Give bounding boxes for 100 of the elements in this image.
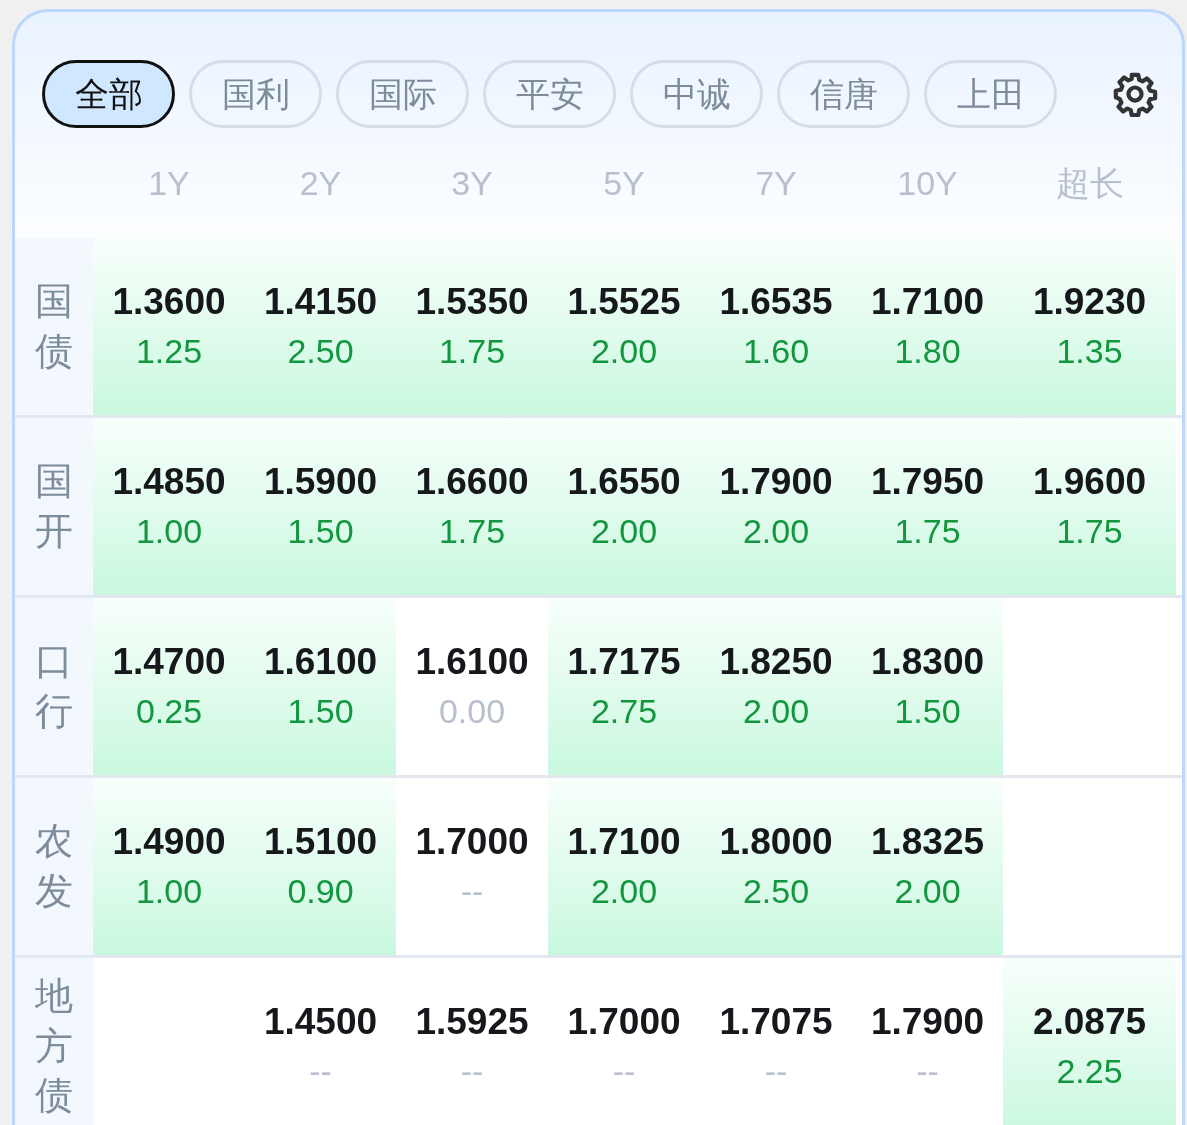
rate-value: 1.7000: [567, 999, 681, 1044]
row-label: 国开: [35, 459, 73, 554]
rate-value: 1.4850: [112, 459, 226, 504]
rate-value: 1.7175: [567, 639, 681, 684]
rate-value: 1.7000: [415, 819, 529, 864]
filter-chip[interactable]: 全部: [42, 60, 175, 128]
quote-cell[interactable]: 1.5100 0.90: [245, 778, 396, 955]
rate-value: 1.5100: [263, 819, 378, 864]
rate-value: 1.7900: [870, 999, 985, 1044]
change-value: 2.75: [590, 690, 658, 732]
rate-value: 1.6100: [263, 639, 378, 684]
quote-cell[interactable]: 1.8000 2.50: [700, 778, 852, 955]
row-label: 国债: [35, 279, 73, 374]
row-label: 农发: [35, 819, 73, 914]
quote-cell[interactable]: 1.6100 1.50: [245, 598, 396, 775]
change-value: 1.50: [894, 690, 961, 732]
change-value: 2.00: [742, 690, 810, 732]
quote-cell[interactable]: 1.5350 1.75: [396, 238, 548, 415]
rate-value: 1.6535: [719, 279, 833, 324]
change-value: 1.50: [287, 510, 354, 552]
change-value: --: [309, 1050, 332, 1092]
rate-value: 1.7075: [719, 999, 833, 1044]
quote-cell[interactable]: 1.7100 1.80: [852, 238, 1003, 415]
row-label: 地方债: [35, 974, 73, 1119]
rate-value: 1.4500: [263, 999, 378, 1044]
row-label: 口行: [35, 639, 73, 734]
change-value: 1.80: [894, 330, 961, 372]
settings-icon[interactable]: [1112, 71, 1158, 117]
change-value: 1.75: [438, 510, 506, 552]
rate-value: 2.0875: [1032, 999, 1147, 1044]
change-value: 1.35: [1056, 330, 1123, 372]
rate-value: 1.3600: [112, 279, 226, 324]
quote-cell[interactable]: 1.5525 2.00: [548, 238, 700, 415]
change-value: 2.50: [742, 870, 810, 912]
change-value: --: [460, 1050, 484, 1092]
quote-cell[interactable]: 1.6550 2.00: [548, 418, 700, 595]
quote-cell[interactable]: 1.6600 1.75: [396, 418, 548, 595]
quote-cell[interactable]: 1.5900 1.50: [245, 418, 396, 595]
quote-cell[interactable]: 1.4150 2.50: [245, 238, 396, 415]
rate-value: 1.5350: [415, 279, 529, 324]
rate-value: 1.6100: [415, 639, 529, 684]
quote-cell[interactable]: 1.4900 1.00: [93, 778, 245, 955]
quote-cell[interactable]: 1.8300 1.50: [852, 598, 1003, 775]
rate-value: 1.7100: [567, 819, 681, 864]
change-value: 0.25: [135, 690, 203, 732]
rate-value: 1.6550: [567, 459, 681, 504]
change-value: 1.75: [894, 510, 961, 552]
rate-value: 1.8300: [870, 639, 985, 684]
change-value: 0.90: [287, 870, 354, 912]
rate-value: 1.6600: [415, 459, 529, 504]
rate-value: 1.5525: [567, 279, 681, 324]
change-value: 2.50: [287, 330, 354, 372]
change-value: 2.00: [894, 870, 961, 912]
column-header: 5Y: [603, 162, 645, 204]
change-value: 2.00: [742, 510, 810, 552]
change-value: 1.60: [742, 330, 810, 372]
change-value: 2.00: [590, 870, 658, 912]
quote-cell[interactable]: 1.7175 2.75: [548, 598, 700, 775]
change-value: 1.00: [135, 510, 203, 552]
change-value: 1.25: [135, 330, 203, 372]
rate-value: 1.4150: [263, 279, 378, 324]
rate-value: 1.8250: [719, 639, 833, 684]
rate-value: 1.5925: [415, 999, 529, 1044]
change-value: 2.25: [1056, 1050, 1123, 1092]
quote-cell[interactable]: 1.6535 1.60: [700, 238, 852, 415]
quote-cell[interactable]: 1.7100 2.00: [548, 778, 700, 955]
change-value: 1.75: [1056, 510, 1123, 552]
quote-cell[interactable]: 1.3600 1.25: [93, 238, 245, 415]
quote-cell[interactable]: 1.9230 1.35: [1003, 238, 1176, 415]
column-header: 3Y: [451, 162, 493, 204]
quote-cell[interactable]: 1.4850 1.00: [93, 418, 245, 595]
column-header: 7Y: [755, 162, 797, 204]
rate-value: 1.4700: [112, 639, 226, 684]
change-value: --: [916, 1050, 939, 1092]
column-header: 10Y: [897, 162, 958, 204]
change-value: 1.75: [438, 330, 506, 372]
change-value: --: [460, 870, 484, 912]
quote-cell[interactable]: 1.8250 2.00: [700, 598, 852, 775]
quote-cell[interactable]: 1.7900 2.00: [700, 418, 852, 595]
rate-value: 1.7100: [870, 279, 985, 324]
change-value: --: [764, 1050, 788, 1092]
quote-cell[interactable]: 1.4700 0.25: [93, 598, 245, 775]
change-value: 1.00: [135, 870, 203, 912]
quote-cell[interactable]: 1.8325 2.00: [852, 778, 1003, 955]
column-header: 2Y: [299, 162, 342, 204]
rate-value: 1.8000: [719, 819, 833, 864]
column-header: 超长: [1055, 162, 1124, 204]
rate-value: 1.8325: [870, 819, 985, 864]
change-value: 2.00: [590, 510, 658, 552]
column-header: 1Y: [148, 162, 190, 204]
rate-value: 1.9230: [1032, 279, 1147, 324]
quote-cell[interactable]: 1.9600 1.75: [1003, 418, 1176, 595]
rate-value: 1.5900: [263, 459, 378, 504]
change-value: 1.50: [287, 690, 354, 732]
rate-value: 1.7900: [719, 459, 833, 504]
rate-value: 1.7950: [870, 459, 985, 504]
quote-cell[interactable]: 2.0875 2.25: [1003, 958, 1176, 1125]
change-value: 2.00: [590, 330, 658, 372]
quote-cell[interactable]: 1.7950 1.75: [852, 418, 1003, 595]
rate-value: 1.9600: [1032, 459, 1147, 504]
